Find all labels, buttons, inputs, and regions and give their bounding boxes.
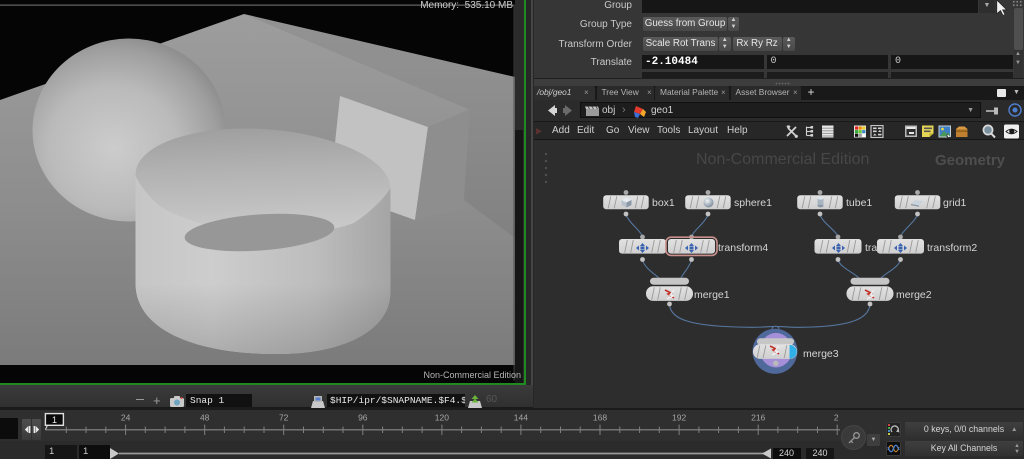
svg-text:144: 144 (514, 413, 528, 423)
svg-text:2: 2 (834, 413, 839, 423)
svg-text:48: 48 (200, 413, 210, 423)
svg-text:72: 72 (279, 413, 289, 423)
svg-text:192: 192 (672, 413, 686, 423)
svg-text:96: 96 (358, 413, 368, 423)
svg-text:24: 24 (121, 413, 131, 423)
svg-text:168: 168 (593, 413, 607, 423)
svg-text:216: 216 (751, 413, 765, 423)
svg-text:1: 1 (52, 415, 57, 425)
svg-text:120: 120 (435, 413, 449, 423)
